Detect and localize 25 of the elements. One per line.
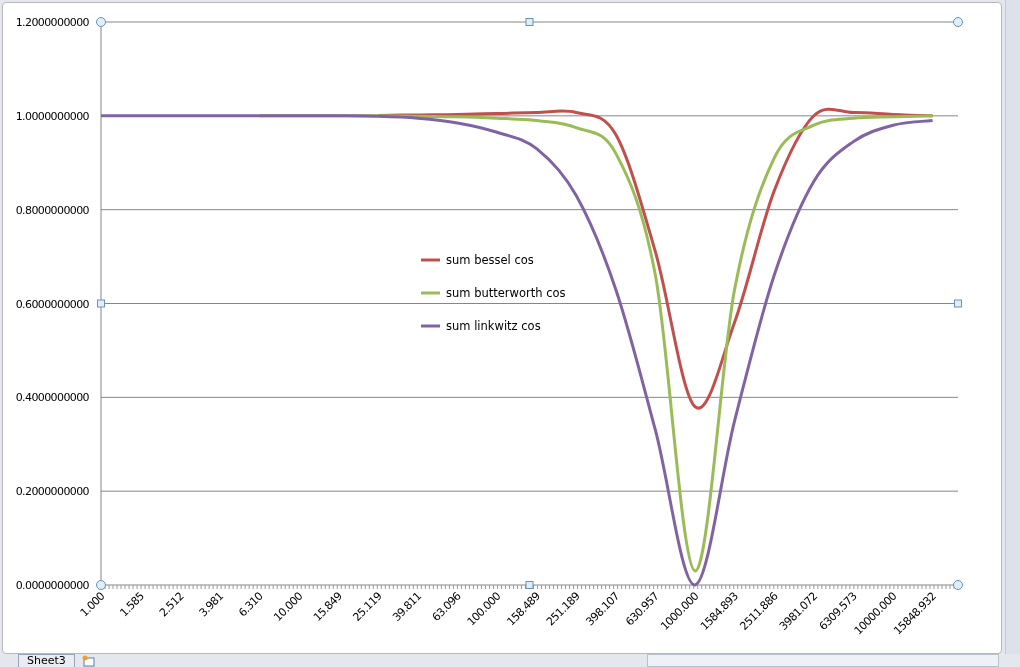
selection-handle[interactable]	[96, 580, 106, 590]
vertical-scrollbar[interactable]	[1005, 0, 1020, 654]
selection-handle[interactable]	[525, 581, 534, 589]
legend-swatch	[421, 324, 440, 328]
y-axis-label: 1.2000000000	[15, 16, 89, 29]
selection-handle[interactable]	[525, 18, 534, 26]
sheet-tab[interactable]: Sheet3	[18, 654, 75, 667]
insert-sheet-icon[interactable]	[80, 655, 95, 667]
legend-swatch	[421, 258, 440, 262]
legend-label: sum bessel cos	[446, 253, 534, 267]
selection-handle[interactable]	[953, 580, 963, 590]
selection-handle[interactable]	[97, 299, 105, 308]
y-axis-label: 0.6000000000	[15, 297, 89, 311]
y-axis-label: 0.2000000000	[15, 485, 89, 499]
legend-label: sum butterworth cos	[446, 286, 566, 300]
legend-label: sum linkwitz cos	[446, 319, 541, 333]
y-axis-label: 0.8000000000	[15, 203, 89, 217]
horizontal-scrollbar[interactable]	[646, 654, 999, 667]
y-axis-label: 1.0000000000	[15, 109, 89, 123]
legend-swatch	[421, 291, 440, 295]
selection-handle[interactable]	[954, 299, 962, 308]
selection-handle[interactable]	[953, 17, 963, 27]
selection-handle[interactable]	[96, 17, 106, 27]
y-axis-label: 0.4000000000	[15, 391, 89, 405]
y-axis-label: 0.0000000000	[15, 579, 89, 592]
